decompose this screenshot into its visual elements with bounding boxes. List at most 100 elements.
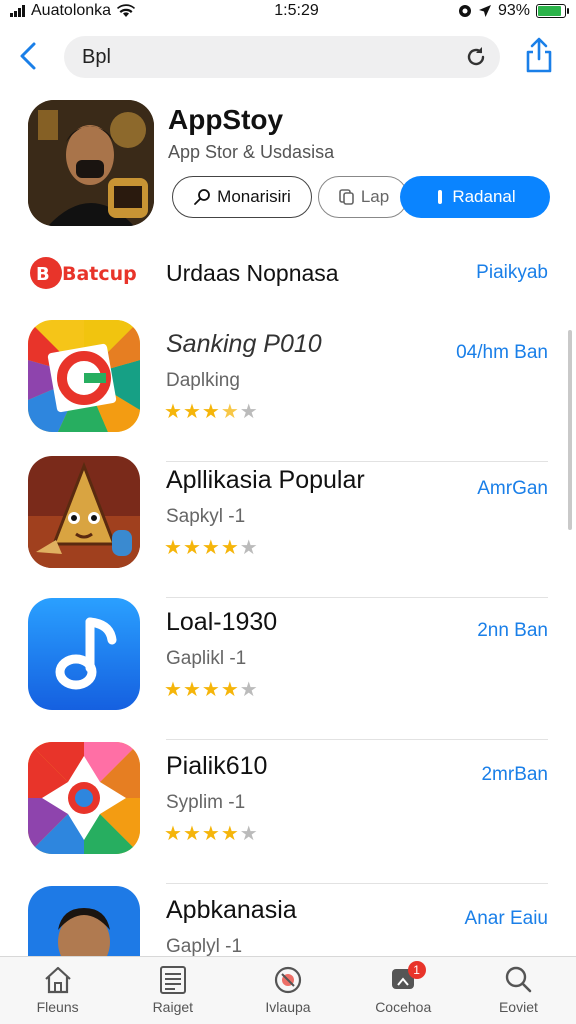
- copy-icon: [339, 189, 354, 205]
- explore-icon: [274, 966, 302, 994]
- battery-icon: [535, 4, 569, 18]
- status-time: 1:5:29: [274, 2, 319, 19]
- divider: [166, 739, 548, 740]
- share-icon: [526, 37, 552, 73]
- chip-monarisiri[interactable]: Monarisiri: [172, 176, 312, 218]
- scrollbar[interactable]: [568, 330, 572, 530]
- tab-search[interactable]: Eoviet: [461, 957, 576, 1024]
- list-item[interactable]: Sanking P010 Daplking ★ ★ ★ ★ ★ 04/hm Ban: [0, 320, 576, 462]
- rating-stars: ★ ★ ★ ★ ★: [164, 824, 258, 844]
- app-icon[interactable]: [28, 886, 140, 956]
- star-icon: ★: [220, 537, 239, 559]
- star-icon: ★: [182, 401, 201, 423]
- star-icon: ★: [220, 823, 239, 845]
- tab-bar: Fleuns Raiget Ivlaupa 1 Cocehoa Eoviet: [0, 956, 576, 1024]
- star-empty-icon: ★: [239, 823, 258, 845]
- chip-radanal[interactable]: Radanal: [400, 176, 550, 218]
- star-icon: ★: [182, 537, 201, 559]
- chip-lap[interactable]: Lap: [318, 176, 408, 218]
- app-subtitle: Sapkyl -1: [166, 506, 246, 527]
- list-item[interactable]: Apllikasia Popular Sapkyl -1 ★ ★ ★ ★ ★ AmrGa…: [0, 456, 576, 598]
- status-right: 93%: [458, 2, 569, 20]
- see-all-link[interactable]: Piaikyab: [476, 262, 548, 284]
- rating-stars: ★ ★ ★ ★ ★: [164, 680, 258, 700]
- list-icon: [159, 966, 186, 994]
- rating-stars: ★ ★ ★ ★ ★: [164, 402, 258, 422]
- status-bar: Auatolonka 1:5:29 93%: [0, 0, 576, 22]
- app-icon[interactable]: [28, 742, 140, 854]
- svg-text:B: B: [36, 264, 50, 285]
- notification-badge: 1: [407, 961, 426, 979]
- tab-label: Eoviet: [498, 999, 538, 1015]
- featured-app-title: AppStoy: [168, 104, 284, 135]
- star-icon: ★: [201, 679, 220, 701]
- section-header: B Batcup Urdaas Nopnasa Piaikyab: [0, 250, 576, 300]
- tab-label: Cocehoa: [375, 999, 432, 1015]
- chevron-left-icon: [20, 42, 36, 70]
- chip-label: Lap: [360, 187, 390, 206]
- get-button[interactable]: AmrGan: [477, 478, 548, 500]
- rating-stars: ★ ★ ★ ★ ★: [164, 538, 258, 558]
- section-logo: B Batcup: [28, 250, 138, 296]
- featured-app: AppStoy App Stor & Usdasisa Monarisiri L…: [0, 98, 576, 238]
- tab-label: Raiget: [152, 999, 194, 1015]
- pin-icon: [438, 190, 443, 204]
- tab-explore[interactable]: Ivlaupa: [230, 957, 345, 1024]
- star-icon: ★: [182, 679, 201, 701]
- star-icon: ★: [164, 537, 182, 559]
- list-item[interactable]: Loal-1930 Gaplikl -1 ★ ★ ★ ★ ★ 2nn Ban: [0, 598, 576, 740]
- tab-home[interactable]: Fleuns: [0, 957, 115, 1024]
- star-empty-icon: ★: [239, 537, 258, 559]
- star-empty-icon: ★: [239, 401, 258, 423]
- chip-label: Monarisiri: [217, 187, 291, 206]
- star-icon: ★: [201, 537, 220, 559]
- section-title: Urdaas Nopnasa: [166, 260, 339, 286]
- section-logo-text: Batcup: [62, 263, 137, 285]
- search-text: Bpl: [82, 45, 111, 68]
- tab-updates[interactable]: 1 Cocehoa: [346, 957, 461, 1024]
- star-icon: ★: [164, 823, 182, 845]
- star-icon: ★: [220, 679, 239, 701]
- signal-icon: [10, 5, 25, 17]
- app-title: Pialik610: [166, 752, 268, 780]
- wifi-icon: [117, 4, 136, 17]
- app-subtitle: Gaplyl -1: [166, 936, 243, 957]
- featured-app-subtitle: App Stor & Usdasisa: [168, 142, 335, 162]
- app-title: Sanking P010: [166, 330, 322, 358]
- star-icon: ★: [201, 823, 220, 845]
- reload-icon[interactable]: [464, 45, 488, 69]
- home-icon: [44, 966, 71, 994]
- app-title: Apbkanasia: [166, 896, 297, 924]
- get-button[interactable]: Anar Eaiu: [465, 908, 548, 930]
- star-icon: ★: [164, 401, 182, 423]
- tab-list[interactable]: Raiget: [115, 957, 230, 1024]
- tab-label: Ivlaupa: [265, 999, 311, 1015]
- battery-percent: 93%: [497, 2, 530, 19]
- app-icon[interactable]: [28, 598, 140, 710]
- divider: [166, 883, 548, 884]
- status-left: Auatolonka: [10, 2, 136, 20]
- star-icon: ★: [164, 679, 182, 701]
- list-item[interactable]: Pialik610 Syplim -1 ★ ★ ★ ★ ★ 2mrBan: [0, 742, 576, 884]
- get-button[interactable]: 2nn Ban: [477, 620, 548, 642]
- star-icon: ★: [182, 823, 201, 845]
- app-subtitle: Daplking: [166, 370, 240, 391]
- share-button[interactable]: [524, 36, 554, 74]
- star-icon: ★: [201, 401, 220, 423]
- tab-label: Fleuns: [36, 999, 79, 1015]
- app-subtitle: Gaplikl -1: [166, 648, 247, 669]
- back-button[interactable]: [14, 38, 44, 74]
- search-icon: [506, 966, 532, 993]
- star-empty-icon: ★: [239, 679, 258, 701]
- featured-app-icon[interactable]: [28, 100, 154, 226]
- navbar: Bpl: [0, 34, 576, 80]
- get-button[interactable]: 04/hm Ban: [456, 342, 548, 364]
- app-icon[interactable]: [28, 456, 140, 568]
- app-title: Apllikasia Popular: [166, 466, 365, 494]
- search-input[interactable]: Bpl: [64, 36, 500, 78]
- app-title: Loal-1930: [166, 608, 278, 636]
- location-icon: [478, 5, 491, 17]
- get-button[interactable]: 2mrBan: [481, 764, 548, 786]
- star-half-icon: ★: [220, 401, 239, 423]
- app-icon[interactable]: [28, 320, 140, 432]
